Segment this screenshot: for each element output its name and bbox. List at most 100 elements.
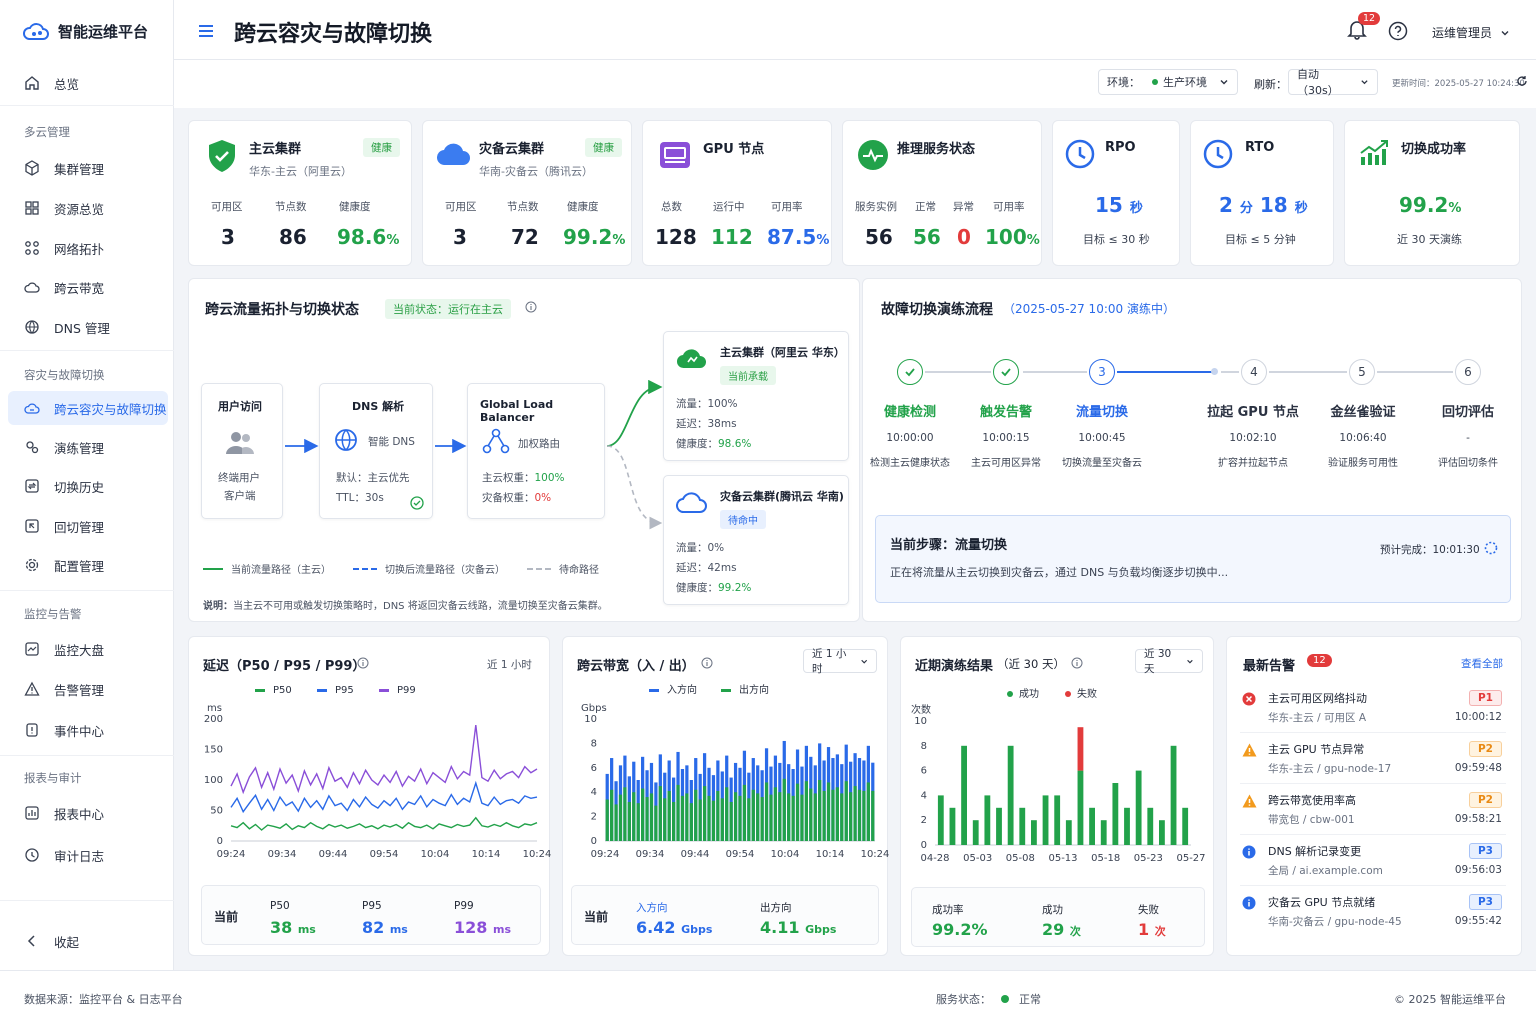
env-select[interactable]: 环境： 生产环境 (1098, 69, 1238, 95)
alert-location: 华东-主云 / 可用区 A (1268, 712, 1367, 724)
step-item[interactable]: 拉起 GPU 节点 10:02:10 扩容并拉起节点 (1203, 401, 1303, 469)
step-number: 6 (1455, 359, 1481, 385)
node-primary-cluster[interactable]: 主云集群（阿里云 华东） 当前承载 流量：100% 延迟：38ms 健康度：98… (663, 331, 849, 461)
summary-label: 当前 (584, 910, 609, 924)
bar-out (804, 781, 809, 841)
bar-success (949, 807, 956, 845)
bar-out (645, 797, 649, 841)
alert-location: 华东-主云 / gpu-node-17 (1268, 763, 1392, 775)
app-name: 智能运维平台 (58, 22, 149, 41)
menu-icon[interactable] (198, 24, 214, 38)
topology-note: 说明：当主云不可用或触发切换策略时，DNS 将返回灾备云线路，流量切换至灾备云集… (203, 601, 608, 612)
sidebar-collapse-button[interactable]: 收起 (8, 924, 168, 958)
sidebar-item-label: 集群管理 (54, 161, 105, 177)
alert-item[interactable]: 主云 GPU 节点异常 华东-主云 / gpu-node-17 P2 09:59:48 (1240, 737, 1506, 787)
card-title: RPO (1105, 140, 1136, 155)
panel-title: 最新告警 (1243, 659, 1296, 674)
metric-value: 3 (453, 225, 467, 249)
cloud-icon (676, 349, 706, 369)
kpi-gpu-nodes[interactable]: GPU 节点 总数 运行中 可用率 128 112 87.5% (642, 120, 832, 266)
step-item[interactable]: 回切评估 - 评估回切条件 (1423, 401, 1513, 469)
nav-group-label: 多云管理 (24, 125, 70, 139)
notification-button[interactable]: 12 (1346, 12, 1381, 40)
step-item[interactable]: 流量切换 10:00:45 切换流量至灾备云 (1059, 401, 1145, 469)
step-item[interactable]: 健康检测 10:00:00 检测主云健康状态 (867, 401, 953, 469)
chevron-down-icon (1361, 80, 1368, 85)
bar-out (844, 781, 848, 841)
bar-out (773, 787, 778, 841)
sidebar-item-topology[interactable]: 网络拓扑 (8, 231, 168, 265)
bar-out (800, 794, 804, 841)
bar-out (818, 780, 822, 841)
sidebar-item-dns[interactable]: DNS 管理 (8, 310, 168, 344)
stat-name: 成功率 (932, 904, 964, 916)
refresh-select[interactable]: 自动（30s） (1288, 68, 1378, 97)
sidebar-item-resources[interactable]: 资源总览 (8, 191, 168, 225)
nav-group-label: 报表与审计 (24, 771, 82, 785)
help-icon[interactable] (1388, 21, 1408, 41)
metric-label: 节点数 (507, 201, 539, 213)
sidebar-item-bandwidth[interactable]: 跨云带宽 (8, 270, 168, 304)
kpi-switch-success[interactable]: 切换成功率 99.2% 近 30 天演练 (1344, 120, 1520, 266)
panel-title: 近期演练结果 (915, 659, 994, 674)
kpi-rpo[interactable]: RPO 15 秒 目标 ≤ 30 秒 (1052, 120, 1180, 266)
sidebar-item-config[interactable]: 配置管理 (8, 548, 168, 582)
footer: 数据来源：监控平台 & 日志平台 服务状态： 正常 © 2025 智能运维平台 (0, 970, 1536, 1024)
alert-item[interactable]: 主云可用区网络抖动 华东-主云 / 可用区 A P1 10:00:12 (1240, 686, 1506, 736)
refresh-icon[interactable] (1516, 75, 1528, 87)
sidebar-item-events[interactable]: 事件中心 (8, 713, 168, 747)
bar-success (1124, 807, 1130, 845)
time-range-label: 近 1 小时 (487, 659, 532, 671)
info-icon[interactable] (357, 657, 369, 669)
kpi-rto[interactable]: RTO 2 分 18 秒 目标 ≤ 5 分钟 (1190, 120, 1334, 266)
latency-summary: 当前 P50 38 ms P95 82 ms P99 128 ms (201, 885, 541, 945)
sidebar-item-label: 跨云容灾与故障切换 (54, 401, 167, 417)
alert-location: 带宽包 / cbw-001 (1268, 814, 1355, 826)
step-connector (1023, 371, 1087, 373)
monitor-icon (25, 642, 39, 656)
chevron-down-icon (1220, 80, 1228, 85)
step-item[interactable]: 金丝雀验证 10:06:40 验证服务可用性 (1315, 401, 1411, 469)
bar-out (747, 798, 751, 841)
view-all-link[interactable]: 查看全部 (1461, 656, 1503, 671)
step-connector (1269, 371, 1347, 373)
env-label: 环境： (1107, 76, 1140, 89)
sidebar-item-audit[interactable]: 审计日志 (8, 838, 168, 872)
sidebar-item-drill[interactable]: 演练管理 (8, 430, 168, 464)
x-tick-label: 09:44 (681, 849, 710, 860)
sidebar-item-history[interactable]: 切换历史 (8, 469, 168, 503)
app-logo[interactable]: 智能运维平台 (22, 20, 148, 42)
node-dr-cluster[interactable]: 灾备云集群(腾讯云 华南) 待命中 流量：0% 延迟：42ms 健康度：99.2… (663, 475, 849, 605)
time-range-select[interactable]: 近 1 小时 (803, 648, 877, 675)
bar-out (760, 797, 764, 841)
bar-out (636, 803, 640, 841)
user-menu[interactable]: 运维管理员 (1432, 24, 1510, 41)
info-icon[interactable] (701, 657, 713, 669)
drill-results-panel: 近期演练结果 （近 30 天） 近 30 天 次数 0 2 4 6 8 10 04-28 05-… (900, 636, 1214, 956)
step-item[interactable]: 触发告警 10:00:15 主云可用区异常 (963, 401, 1049, 469)
sidebar-item-dashboard[interactable]: 监控大盘 (8, 632, 168, 666)
alert-item[interactable]: 灾备云 GPU 节点就绪 华南-灾备云 / gpu-node-45 P3 09:55:… (1240, 890, 1506, 940)
y-tick-label: 100 (204, 775, 223, 786)
kpi-dr-cluster[interactable]: 灾备云集群 健康 华南-灾备云（腾讯云） 可用区 节点数 健康度 3 72 99… (422, 120, 632, 266)
bar-out (649, 793, 654, 841)
kpi-inference[interactable]: 推理服务状态 服务实例 正常 异常 可用率 56 56 0 100% (842, 120, 1042, 266)
bar-out (707, 795, 711, 841)
alert-item[interactable]: DNS 解析记录变更 全局 / ai.example.com P3 09:56:03 (1240, 839, 1506, 889)
sidebar-item-failback[interactable]: 回切管理 (8, 509, 168, 543)
divider (1240, 834, 1506, 835)
sidebar-item-overview[interactable]: 总览 (8, 66, 168, 100)
time-range-select[interactable]: 近 30 天 (1135, 648, 1203, 675)
alert-item[interactable]: 跨云带宽使用率高 带宽包 / cbw-001 P2 09:58:21 (1240, 788, 1506, 838)
kpi-primary-cluster[interactable]: 主云集群 健康 华东-主云（阿里云） 可用区 节点数 健康度 3 86 98.6… (188, 120, 412, 266)
bar-success (1089, 807, 1095, 845)
bar-out (729, 801, 733, 841)
sidebar-item-cluster[interactable]: 集群管理 (8, 151, 168, 185)
sidebar-item-reports[interactable]: 报表中心 (8, 796, 168, 830)
sidebar-item-alerts[interactable]: 告警管理 (8, 672, 168, 706)
y-tick-label: 50 (210, 806, 223, 817)
sidebar-item-disaster-recovery[interactable]: 跨云容灾与故障切换 (8, 391, 168, 425)
info-icon[interactable] (1071, 657, 1083, 669)
x-tick-label: 10:04 (771, 849, 800, 860)
metric-value: 128 (655, 225, 697, 249)
